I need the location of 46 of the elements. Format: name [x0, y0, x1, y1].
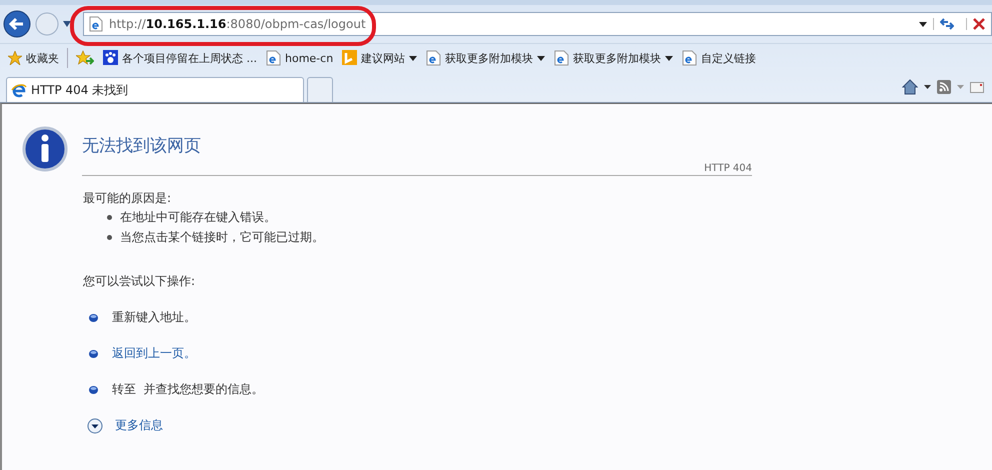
caret-icon[interactable] — [665, 56, 674, 60]
page-icon — [426, 50, 442, 66]
bullet-icon — [89, 350, 98, 358]
bing-icon — [342, 50, 358, 66]
ie-icon — [11, 82, 27, 98]
bullet-icon — [89, 314, 98, 322]
favorite-link[interactable]: 建议网站 — [342, 50, 406, 66]
bullet-icon — [107, 214, 112, 220]
favorites-button[interactable]: 收藏夹 — [8, 50, 59, 66]
page-icon — [554, 50, 570, 66]
caret-icon[interactable] — [63, 21, 71, 27]
caret-icon[interactable] — [537, 56, 546, 60]
page-icon — [266, 50, 281, 66]
favorite-link[interactable]: 自定义链接 — [682, 50, 756, 66]
section-heading: 您可以尝试以下操作: — [83, 273, 196, 290]
address-field[interactable]: http://10.165.1.16:8080/obpm-cas/logout — [83, 12, 992, 36]
back-link[interactable]: 返回到上一页。 — [112, 345, 196, 362]
expand-icon[interactable] — [87, 418, 103, 434]
favorite-link[interactable]: home-cn — [266, 50, 334, 66]
add-favorite-icon[interactable] — [76, 50, 94, 66]
cause-text: 在地址中可能存在键入错误。 — [120, 208, 276, 226]
favorite-link[interactable]: 获取更多附加模块 — [426, 50, 534, 66]
more-info-link[interactable]: 更多信息 — [115, 417, 163, 434]
page-icon — [89, 16, 103, 32]
favorite-link[interactable]: 获取更多附加模块 — [554, 50, 662, 66]
caret-icon[interactable] — [409, 56, 418, 60]
paw-icon — [103, 50, 118, 66]
bullet-icon — [107, 234, 112, 240]
star-icon — [8, 51, 22, 65]
action-text: 重新键入地址。 — [112, 309, 196, 326]
mail-icon[interactable] — [970, 82, 984, 92]
back-button[interactable] — [3, 10, 31, 38]
section-heading: 最可能的原因是: — [83, 190, 172, 207]
rss-icon[interactable] — [937, 80, 951, 94]
page-icon — [682, 50, 698, 66]
error-code: HTTP 404 — [82, 163, 752, 176]
browser-tab[interactable]: HTTP 404 未找到 — [6, 77, 304, 102]
info-icon — [22, 126, 68, 172]
home-icon[interactable] — [902, 79, 918, 95]
action-text: 转至 并查找您想要的信息。 — [112, 381, 264, 398]
bullet-icon — [89, 386, 98, 394]
cause-text: 当您点击某个链接时，它可能已过期。 — [120, 228, 324, 246]
dropdown-icon[interactable] — [919, 22, 927, 26]
page-title: 无法找到该网页 — [82, 135, 202, 158]
favorite-link[interactable]: 各个项目停留在上周状态 ... — [103, 50, 257, 66]
caret-icon[interactable] — [924, 85, 931, 89]
